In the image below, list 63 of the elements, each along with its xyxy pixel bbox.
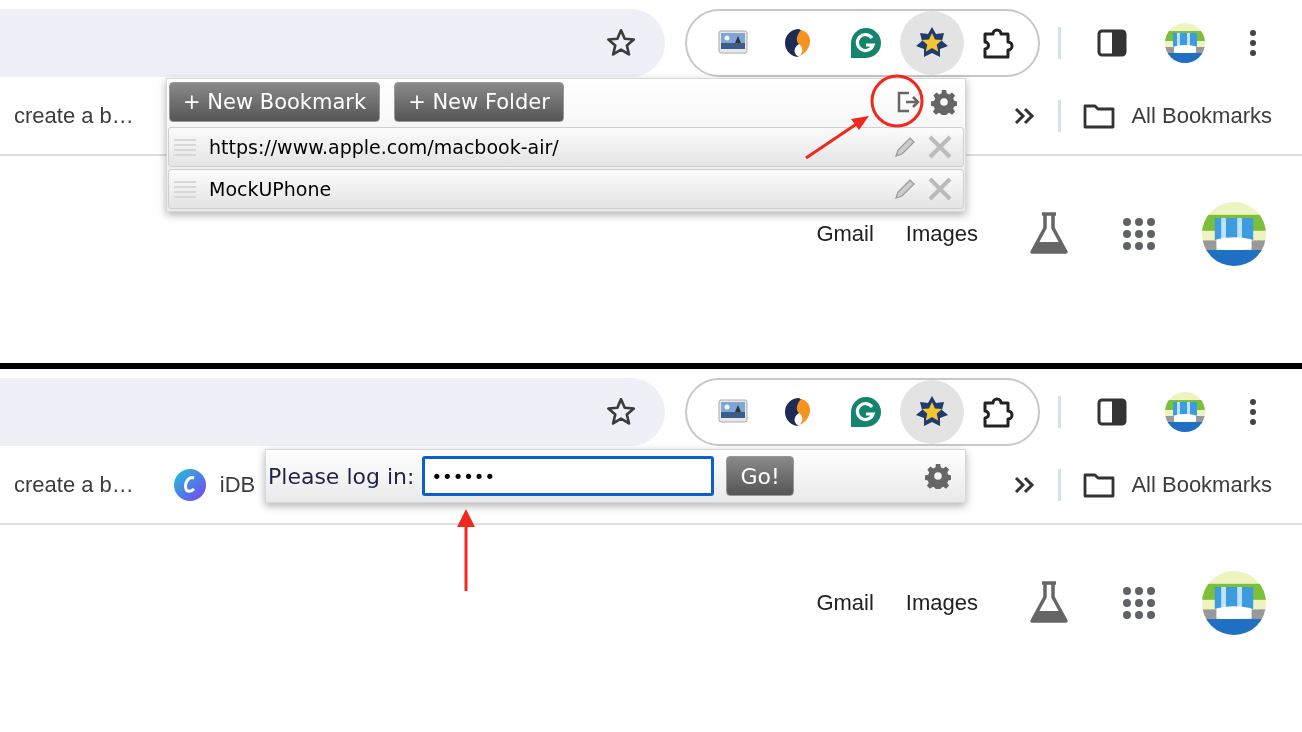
all-bookmarks-button[interactable]: All Bookmarks (1083, 103, 1272, 129)
menu-button[interactable] (1249, 29, 1257, 57)
bookmark-label: iDB (219, 472, 256, 498)
apps-grid-icon (1122, 217, 1156, 251)
pencil-icon[interactable] (893, 135, 917, 159)
go-button[interactable]: Go! (726, 456, 794, 496)
bookmark-title[interactable]: MockUPhone (209, 178, 332, 200)
header-link[interactable]: Images (905, 590, 978, 616)
drag-handle-icon[interactable] (173, 178, 197, 200)
all-bookmarks-label: All Bookmarks (1131, 472, 1272, 498)
star-badge-icon (914, 395, 949, 429)
toolbar-button[interactable]: + New Folder (394, 82, 564, 122)
folder-icon (1083, 472, 1116, 498)
all-bookmarks-button[interactable]: All Bookmarks (1083, 472, 1272, 498)
folder-icon (1083, 103, 1116, 129)
password-field[interactable]: •••••• (422, 456, 715, 496)
settings-icon[interactable] (925, 463, 951, 489)
labs-button[interactable] (1028, 212, 1070, 256)
menu-button[interactable] (1249, 398, 1257, 426)
profile-button[interactable] (1165, 23, 1205, 63)
all-bookmarks-label: All Bookmarks (1131, 103, 1272, 129)
photo-icon (718, 30, 748, 56)
apps-button[interactable] (1122, 586, 1156, 620)
login-label: Please log in: (268, 463, 415, 489)
puzzle-icon (981, 26, 1015, 60)
apps-button[interactable] (1122, 217, 1156, 251)
side-panel-icon (1097, 398, 1127, 426)
g-logo-icon (849, 27, 882, 59)
bookmark-row[interactable]: MockUPhone (168, 169, 964, 209)
bookmark-item[interactable]: iDB (173, 469, 256, 501)
flask-icon (1028, 212, 1070, 256)
chevron-icon[interactable] (1014, 476, 1037, 494)
more-icon (1249, 29, 1257, 57)
puzzle-icon (981, 395, 1015, 429)
pointer-arrow (805, 116, 869, 160)
bookmark-item[interactable]: create a b… (14, 103, 134, 129)
logout-icon[interactable] (895, 89, 921, 115)
bookmark-star-icon[interactable] (605, 27, 637, 59)
bookmark-title[interactable]: https://www.apple.com/macbook-air/ (209, 136, 559, 158)
bookmark-star-icon[interactable] (605, 396, 637, 428)
header-link[interactable]: Gmail (816, 221, 874, 247)
labs-button[interactable] (1028, 581, 1070, 625)
pencil-icon[interactable] (893, 177, 917, 201)
bookmark-item[interactable]: create a b… (14, 472, 134, 498)
star-badge-icon (914, 26, 949, 60)
g-logo-icon (849, 396, 882, 428)
highlight-circle (870, 74, 924, 128)
bookmark-row[interactable]: https://www.apple.com/macbook-air/ (168, 127, 964, 167)
header-link[interactable]: Images (905, 221, 978, 247)
toolbar-button[interactable]: + New Bookmark (169, 82, 381, 122)
app-logo-icon (173, 469, 206, 501)
flask-icon (1028, 581, 1070, 625)
photo-icon (718, 399, 748, 425)
side-panel-button[interactable] (1097, 398, 1127, 426)
apps-grid-icon (1122, 586, 1156, 620)
profile-button[interactable] (1165, 392, 1205, 432)
settings-icon[interactable] (931, 89, 957, 115)
chevron-icon[interactable] (1014, 107, 1037, 125)
header-link[interactable]: Gmail (816, 590, 874, 616)
side-panel-button[interactable] (1097, 29, 1127, 57)
more-icon (1249, 398, 1257, 426)
drag-handle-icon[interactable] (173, 136, 197, 158)
side-panel-icon (1097, 29, 1127, 57)
